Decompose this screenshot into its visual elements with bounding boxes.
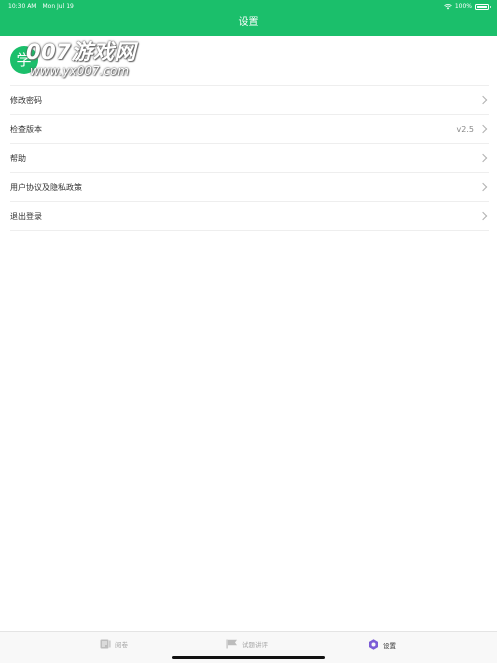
- paper-icon: [100, 639, 111, 649]
- gear-icon: [369, 639, 378, 650]
- settings-item-label: 退出登录: [10, 211, 42, 221]
- settings-list: 修改密码 检查版本 v2.5 帮助 用户协议及隐私政策 退出登录: [10, 85, 489, 231]
- status-bar-right: 100%: [444, 3, 491, 11]
- status-time: 10:30 AM: [8, 3, 37, 10]
- tab-label: 设置: [383, 641, 396, 650]
- settings-item-change-password[interactable]: 修改密码: [10, 86, 489, 115]
- header-bar: 10:30 AM Mon Jul 19 100% 设置: [0, 0, 497, 36]
- profile-section: 学 007游戏网 www.yx007.com: [0, 36, 497, 85]
- battery-percent: 100%: [454, 3, 472, 10]
- chevron-right-icon: [478, 182, 488, 192]
- app-window: 10:30 AM Mon Jul 19 100% 设置 学 007游戏网 www.…: [0, 0, 497, 663]
- tab-grading[interactable]: 阅卷: [100, 639, 128, 649]
- wifi-icon: [444, 4, 452, 10]
- settings-item-privacy-policy[interactable]: 用户协议及隐私政策: [10, 173, 489, 202]
- tab-question-review[interactable]: 试题讲评: [226, 639, 268, 649]
- status-bar-left: 10:30 AM Mon Jul 19: [8, 3, 74, 11]
- flag-icon: [226, 639, 237, 649]
- tab-settings[interactable]: 设置: [368, 639, 396, 650]
- chevron-right-icon: [478, 124, 488, 134]
- chevron-right-icon: [478, 211, 488, 221]
- watermark-url: www.yx007.com: [30, 64, 130, 78]
- version-value: v2.5: [456, 124, 474, 134]
- settings-item-logout[interactable]: 退出登录: [10, 202, 489, 231]
- watermark: 007游戏网 www.yx007.com: [26, 40, 136, 78]
- home-indicator: [172, 656, 325, 659]
- watermark-title: 007游戏网: [26, 40, 136, 64]
- page-title: 设置: [238, 17, 259, 28]
- tab-label: 试题讲评: [242, 641, 268, 649]
- chevron-right-icon: [478, 153, 488, 163]
- avatar[interactable]: 学: [10, 46, 38, 74]
- settings-item-help[interactable]: 帮助: [10, 144, 489, 173]
- settings-item-label: 帮助: [10, 153, 26, 163]
- tab-label: 阅卷: [115, 641, 128, 649]
- settings-item-label: 用户协议及隐私政策: [10, 182, 82, 192]
- settings-item-check-version[interactable]: 检查版本 v2.5: [10, 115, 489, 144]
- settings-item-label: 修改密码: [10, 95, 42, 105]
- status-date: Mon Jul 19: [42, 3, 74, 10]
- battery-icon: [475, 4, 491, 10]
- settings-item-label: 检查版本: [10, 124, 42, 134]
- chevron-right-icon: [478, 95, 488, 105]
